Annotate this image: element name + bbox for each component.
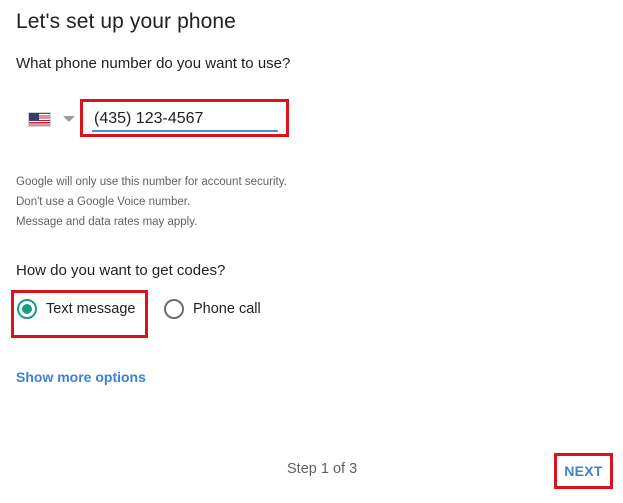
codes-question: How do you want to get codes? (16, 262, 226, 279)
phone-number-input[interactable] (92, 108, 278, 132)
radio-text-message-label: Text message (46, 301, 136, 317)
radio-checked-icon[interactable] (17, 299, 37, 319)
phone-setup-page: Let's set up your phone What phone numbe… (0, 0, 623, 503)
note-line-voice: Don't use a Google Voice number. (16, 196, 191, 208)
note-line-security: Google will only use this number for acc… (16, 176, 287, 188)
phone-number-question: What phone number do you want to use? (16, 55, 291, 72)
radio-text-message[interactable]: Text message (17, 299, 135, 319)
next-button[interactable]: NEXT (564, 463, 603, 479)
radio-phone-call-label: Phone call (193, 301, 261, 317)
radio-unchecked-icon[interactable] (164, 299, 184, 319)
country-selector[interactable] (28, 110, 80, 128)
phone-notes: Google will only use this number for acc… (16, 172, 287, 232)
phone-input-highlight (80, 99, 289, 137)
next-button-highlight: NEXT (554, 453, 613, 489)
show-more-options-link[interactable]: Show more options (16, 369, 146, 385)
radio-phone-call[interactable]: Phone call (164, 299, 261, 319)
us-flag-icon (28, 111, 51, 127)
caret-down-icon[interactable] (63, 116, 75, 122)
note-line-rates: Message and data rates may apply. (16, 216, 198, 228)
page-title: Let's set up your phone (16, 10, 236, 33)
step-indicator: Step 1 of 3 (287, 461, 358, 477)
